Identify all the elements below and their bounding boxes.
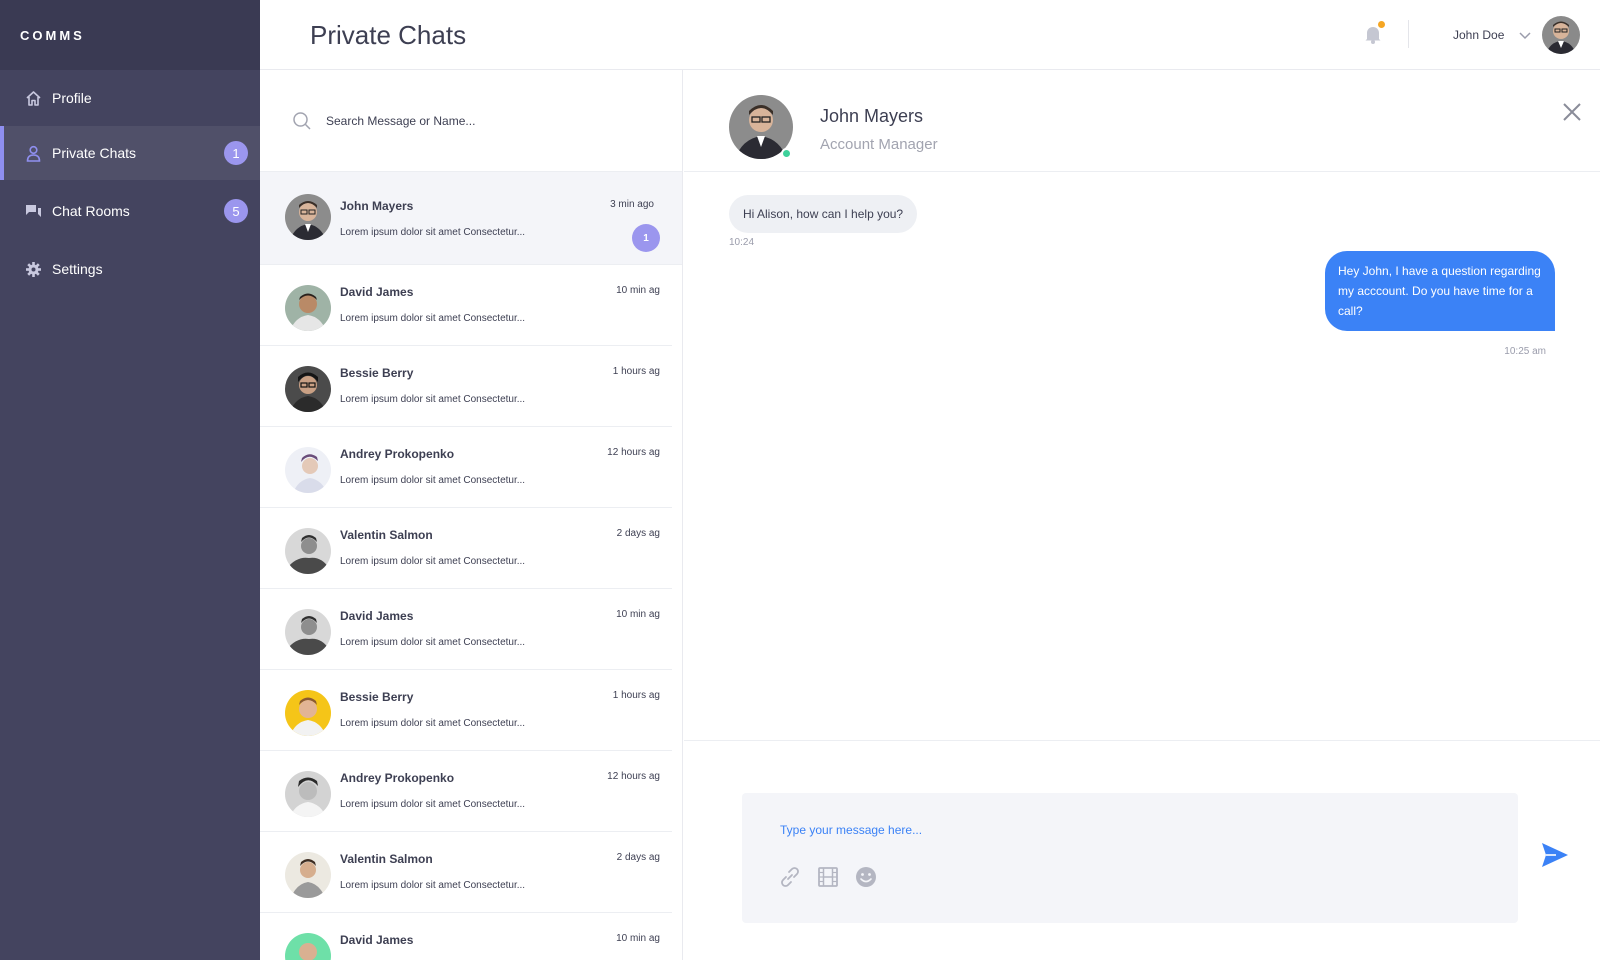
search-icon [292, 111, 312, 131]
search-bar [260, 70, 682, 172]
chat-name: Andrey Prokopenko [340, 771, 455, 785]
chat-name: David James [340, 285, 414, 299]
chat-preview: Lorem ipsum dolor sit amet Consectetur..… [340, 718, 526, 729]
message-input[interactable] [780, 823, 1380, 837]
chat-list-item[interactable]: Valentin Salmon 2 days ag Lorem ipsum do… [260, 508, 672, 589]
top-bar: Private Chats John Doe [260, 0, 1600, 70]
close-icon[interactable] [1562, 102, 1582, 122]
chat-list-item[interactable]: David James 10 min ag [260, 913, 672, 960]
avatar [285, 690, 331, 736]
sidebar-item-label: Chat Rooms [52, 203, 130, 219]
avatar[interactable] [1542, 16, 1580, 54]
chat-list-item[interactable]: Andrey Prokopenko 12 hours ag Lorem ipsu… [260, 427, 672, 508]
chat-preview: Lorem ipsum dolor sit amet Consectetur..… [340, 880, 526, 891]
brand: COMMS [0, 0, 260, 70]
contact-name: John Mayers [820, 106, 924, 126]
sidebar-item-profile[interactable]: Profile [0, 70, 260, 126]
chat-time: 10 min ag [616, 285, 660, 296]
chat-list-item[interactable]: David James 10 min ag Lorem ipsum dolor … [260, 265, 672, 346]
chat-list-item[interactable]: John Mayers 3 min ago Lorem ipsum dolor … [260, 172, 682, 265]
current-user-name[interactable]: John Doe [1453, 28, 1504, 42]
emoji-icon[interactable] [854, 865, 878, 889]
attachment-icon[interactable] [778, 865, 802, 889]
chat-name: Andrey Prokopenko [340, 447, 455, 461]
chat-preview: Lorem ipsum dolor sit amet Consectetur..… [340, 475, 526, 486]
sidebar-item-label: Private Chats [52, 145, 137, 161]
unread-badge: 1 [224, 141, 248, 165]
avatar [285, 933, 331, 960]
notification-dot [1378, 21, 1385, 28]
incoming-message: Hi Alison, how can I help you? [729, 195, 918, 233]
message-composer [742, 793, 1518, 923]
chat-preview: Lorem ipsum dolor sit amet Consectetur..… [340, 394, 526, 405]
chat-rooms-icon [24, 202, 42, 220]
divider [684, 740, 1600, 741]
divider [1408, 20, 1409, 48]
chat-list-panel: John Mayers 3 min ago Lorem ipsum dolor … [260, 70, 683, 960]
chat-time: 10 min ag [616, 609, 660, 620]
chat-name: Valentin Salmon [340, 528, 433, 542]
conversation-panel: John Mayers Account Manager Hi Alison, h… [684, 70, 1600, 960]
chat-preview: Lorem ipsum dolor sit amet Consectetur..… [340, 556, 526, 567]
sidebar-item-label: Profile [52, 90, 92, 106]
chat-time: 12 hours ag [607, 447, 660, 458]
chat-time: 10 min ag [616, 933, 660, 944]
sidebar-item-settings[interactable]: Settings [0, 242, 260, 296]
chat-name: Valentin Salmon [340, 852, 433, 866]
chat-time: 2 days ag [616, 528, 660, 539]
chat-time: 3 min ago [610, 199, 654, 210]
chat-list-item[interactable]: Bessie Berry 1 hours ag Lorem ipsum dolo… [260, 346, 672, 427]
brand-logo-text: COMMS [20, 27, 85, 43]
page-title: Private Chats [310, 20, 467, 50]
chat-time: 1 hours ag [612, 690, 660, 701]
avatar [285, 285, 331, 331]
chat-preview: Lorem ipsum dolor sit amet Consectetur..… [340, 799, 526, 810]
chat-name: Bessie Berry [340, 366, 414, 380]
sidebar-item-chat-rooms[interactable]: Chat Rooms 5 [0, 180, 260, 242]
message-time: 10:24 [729, 237, 755, 248]
avatar [285, 366, 331, 412]
conversation-header: John Mayers Account Manager [684, 70, 1600, 172]
chat-name: David James [340, 933, 414, 947]
unread-badge: 1 [632, 224, 660, 252]
chat-time: 2 days ag [616, 852, 660, 863]
chat-list-item[interactable]: Andrey Prokopenko 12 hours ag Lorem ipsu… [260, 751, 672, 832]
chat-list-item[interactable]: David James 10 min ag Lorem ipsum dolor … [260, 589, 672, 670]
contact-role: Account Manager [820, 136, 938, 153]
unread-badge: 5 [224, 199, 248, 223]
outgoing-message: Hey John, I have a question regarding my… [1325, 251, 1555, 331]
chat-list-item[interactable]: Bessie Berry 1 hours ag Lorem ipsum dolo… [260, 670, 672, 751]
avatar [285, 194, 331, 240]
avatar [285, 771, 331, 817]
chat-preview: Lorem ipsum dolor sit amet Consectetur..… [340, 637, 526, 648]
chat-time: 12 hours ag [607, 771, 660, 782]
online-status-dot [781, 148, 792, 159]
chat-name: Bessie Berry [340, 690, 414, 704]
chat-name: John Mayers [340, 199, 414, 213]
chat-preview: Lorem ipsum dolor sit amet Consectetur..… [340, 227, 526, 238]
chat-name: David James [340, 609, 414, 623]
sidebar-item-label: Settings [52, 261, 103, 277]
avatar [285, 852, 331, 898]
sidebar-item-private-chats[interactable]: Private Chats 1 [0, 126, 260, 180]
avatar [285, 528, 331, 574]
chat-time: 1 hours ag [612, 366, 660, 377]
chat-list-item[interactable]: Valentin Salmon 2 days ag Lorem ipsum do… [260, 832, 672, 913]
avatar [285, 609, 331, 655]
sidebar: COMMS Profile Private Chats 1 Chat Rooms… [0, 0, 260, 960]
message-time: 10:25 am [1504, 346, 1546, 357]
send-icon[interactable] [1540, 840, 1570, 870]
gear-icon [24, 260, 42, 278]
search-input[interactable] [326, 113, 626, 128]
user-icon [24, 144, 42, 162]
video-icon[interactable] [816, 865, 840, 889]
avatar [285, 447, 331, 493]
chat-preview: Lorem ipsum dolor sit amet Consectetur..… [340, 313, 526, 324]
home-icon [24, 89, 42, 107]
chevron-down-icon[interactable] [1519, 28, 1531, 40]
